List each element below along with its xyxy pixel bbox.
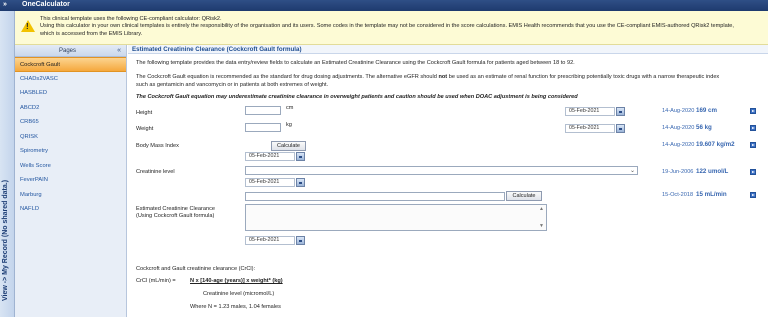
scroll-down-icon[interactable]: ▼ (539, 223, 544, 229)
collapse-icon[interactable]: » (3, 1, 7, 8)
intro-not: not (438, 74, 448, 80)
add-arrow-icon[interactable] (750, 108, 756, 114)
weight-input[interactable] (245, 123, 281, 132)
creatinine-history-value: 122 umol/L (696, 168, 729, 175)
collapse-pages-icon[interactable]: « (117, 47, 121, 54)
page-item-feverpain[interactable]: FeverPAIN (15, 173, 126, 188)
bmi-date[interactable]: 05-Feb-2021 (245, 152, 295, 161)
calendar-icon[interactable] (296, 152, 305, 161)
intro-2a: The Cockcroft Gault equation is recommen… (136, 74, 437, 80)
page-item-marburg[interactable]: Marburg (15, 188, 126, 203)
height-history-value: 169 cm (696, 107, 717, 114)
page-item-spirometry[interactable]: Spirometry (15, 144, 126, 159)
page-item-wells-score[interactable]: Wells Score (15, 159, 126, 174)
ecc-label-1: Estimated Creatinine Clearance (136, 206, 215, 212)
calculate-bmi-button[interactable]: Calculate (271, 141, 306, 151)
section-header: Estimated Creatinine Clearance (Cockcrof… (128, 45, 768, 54)
add-arrow-icon[interactable] (750, 169, 756, 175)
record-view-label: View -> My Record (No shared data.) (2, 179, 9, 301)
ecc-date[interactable]: 05-Feb-2021 (245, 236, 295, 245)
page-item-abcd2[interactable]: ABCD2 (15, 101, 126, 116)
pages-list: Cockcroft Gault CHADs2VASC HASBLED ABCD2… (15, 57, 126, 217)
calendar-icon[interactable] (296, 236, 305, 245)
creatinine-select[interactable]: ⌄ (245, 166, 638, 175)
height-date[interactable]: 05-Feb-2021 (565, 107, 615, 116)
weight-history-value: 56 kg (696, 124, 712, 131)
ecc-label-2: (Using Cockcroft Gault formula) (136, 212, 215, 219)
section-title: Estimated Creatinine Clearance (Cockcrof… (132, 46, 302, 53)
formula-lhs: CrCl (mL/min) = (136, 278, 176, 284)
intro-text-2: The Cockcroft Gault equation is recommen… (136, 74, 719, 80)
pages-panel: Pages « Cockcroft Gault CHADs2VASC HASBL… (15, 45, 127, 317)
bmi-label: Body Mass Index (136, 143, 179, 149)
weight-label: Weight (136, 126, 154, 132)
ecc-textarea[interactable]: ▲ ▼ (245, 204, 547, 231)
add-arrow-icon[interactable] (750, 192, 756, 198)
formula-denominator: Creatinine level (micromol/L) (203, 291, 275, 297)
scroll-up-icon[interactable]: ▲ (539, 206, 544, 212)
bmi-history-value: 19.607 kg/m2 (696, 141, 735, 148)
chevron-down-icon: ⌄ (629, 168, 635, 174)
calendar-icon[interactable] (616, 124, 625, 133)
page-item-crb65[interactable]: CRB65 (15, 115, 126, 130)
crcl-history-value: 15 mL/min (696, 191, 727, 198)
warning-banner: ! This clinical template uses the follow… (15, 11, 768, 45)
calendar-icon[interactable] (296, 178, 305, 187)
creatinine-history-date: 19-Jun-2006 (662, 169, 694, 175)
intro-text-3: such as gentamicin and vancomycin or in … (136, 82, 329, 88)
page-item-hasbled[interactable]: HASBLED (15, 86, 126, 101)
height-input[interactable] (245, 106, 281, 115)
height-label: Height (136, 110, 153, 116)
height-unit: cm (286, 105, 294, 111)
pages-title: Pages (59, 48, 77, 54)
pages-header: Pages « (15, 45, 126, 57)
banner-line-2: Using this calculator in your own clinic… (40, 23, 734, 30)
crcl-result-field (245, 192, 505, 201)
intro-2b: be used as an estimate of renal function… (448, 74, 720, 80)
calendar-icon[interactable] (616, 107, 625, 116)
page-item-qrisk[interactable]: QRISK (15, 130, 126, 145)
warning-icon: ! (21, 20, 35, 32)
ecc-label: Estimated Creatinine Clearance (Using Co… (136, 206, 215, 219)
doac-warning: The Cockcroft Gault equation may underes… (136, 94, 578, 100)
main-content: Estimated Creatinine Clearance (Cockcrof… (128, 45, 768, 317)
formula-where: Where N = 1.23 males, 1.04 females (190, 304, 281, 310)
add-arrow-icon[interactable] (750, 142, 756, 148)
page-item-cockcroft-gault[interactable]: Cockcroft Gault (15, 57, 126, 72)
intro-text: The following template provides the data… (136, 60, 575, 66)
height-history-date: 14-Aug-2020 (662, 108, 695, 114)
page-item-nafld[interactable]: NAFLD (15, 202, 126, 217)
app-title: OneCalculator (22, 1, 70, 8)
add-arrow-icon[interactable] (750, 125, 756, 131)
creatinine-date[interactable]: 05-Feb-2021 (245, 178, 295, 187)
title-bar: » OneCalculator (0, 0, 768, 11)
record-view-strip[interactable]: View -> My Record (No shared data.) (0, 11, 15, 317)
page-item-chads2vasc[interactable]: CHADs2VASC (15, 72, 126, 87)
weight-history-date: 14-Aug-2020 (662, 125, 695, 131)
bmi-history-date: 14-Aug-2020 (662, 142, 695, 148)
creatinine-label: Creatinine level (136, 169, 175, 175)
weight-date[interactable]: 05-Feb-2021 (565, 124, 615, 133)
weight-unit: kg (286, 122, 292, 128)
formula-numerator: N x [140-age (years)] x weight* (kg) (190, 278, 283, 284)
calculate-crcl-button[interactable]: Calculate (506, 191, 542, 201)
banner-line-3: which is accessed from the EMIS Library. (40, 30, 143, 37)
formula-title: Cockcroft and Gault creatinine clearance… (136, 266, 256, 272)
banner-line-1: This clinical template uses the followin… (40, 16, 222, 22)
crcl-history-date: 15-Oct-2018 (662, 192, 694, 198)
